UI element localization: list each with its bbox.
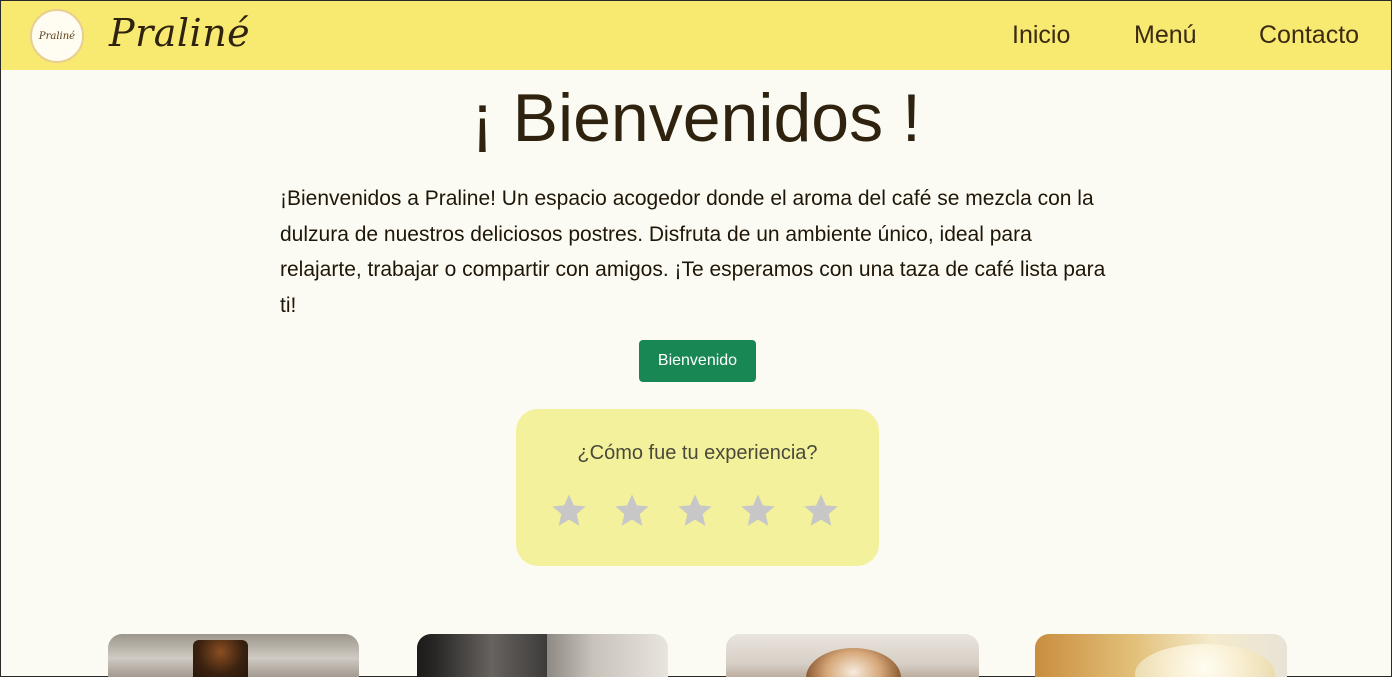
logo[interactable]: Praliné [30, 9, 84, 63]
product-card-latte-image[interactable] [726, 634, 979, 677]
muffin-image [1135, 644, 1275, 677]
espresso-cup-image [193, 640, 248, 677]
rating-card: ¿Cómo fue tu experiencia? [516, 409, 879, 566]
star-icon-3[interactable] [675, 491, 715, 531]
star-rating [549, 491, 841, 531]
star-icon-4[interactable] [738, 491, 778, 531]
product-card-muffin-image[interactable] [1035, 634, 1287, 677]
nav-link-menu[interactable]: Menú [1134, 21, 1197, 50]
navbar: Praliné Praliné Inicio Menú Contacto [1, 1, 1391, 70]
page-title: ¡ Bienvenidos ! [471, 80, 921, 156]
product-card-glass-image[interactable] [417, 634, 668, 677]
coffee-glass-image [437, 634, 547, 677]
welcome-button[interactable]: Bienvenido [639, 340, 756, 382]
brand-name[interactable]: Praliné [109, 11, 250, 55]
nav-link-contacto[interactable]: Contacto [1259, 21, 1359, 50]
latte-cup-image [806, 648, 901, 677]
intro-paragraph: ¡Bienvenidos a Praline! Un espacio acoge… [280, 187, 1106, 317]
nav-link-inicio[interactable]: Inicio [1012, 21, 1070, 50]
product-card-espresso-image[interactable] [108, 634, 359, 677]
logo-text: Praliné [38, 30, 76, 42]
star-icon-5[interactable] [801, 491, 841, 531]
star-icon-1[interactable] [549, 491, 589, 531]
rating-question: ¿Cómo fue tu experiencia? [577, 442, 818, 464]
star-icon-2[interactable] [612, 491, 652, 531]
